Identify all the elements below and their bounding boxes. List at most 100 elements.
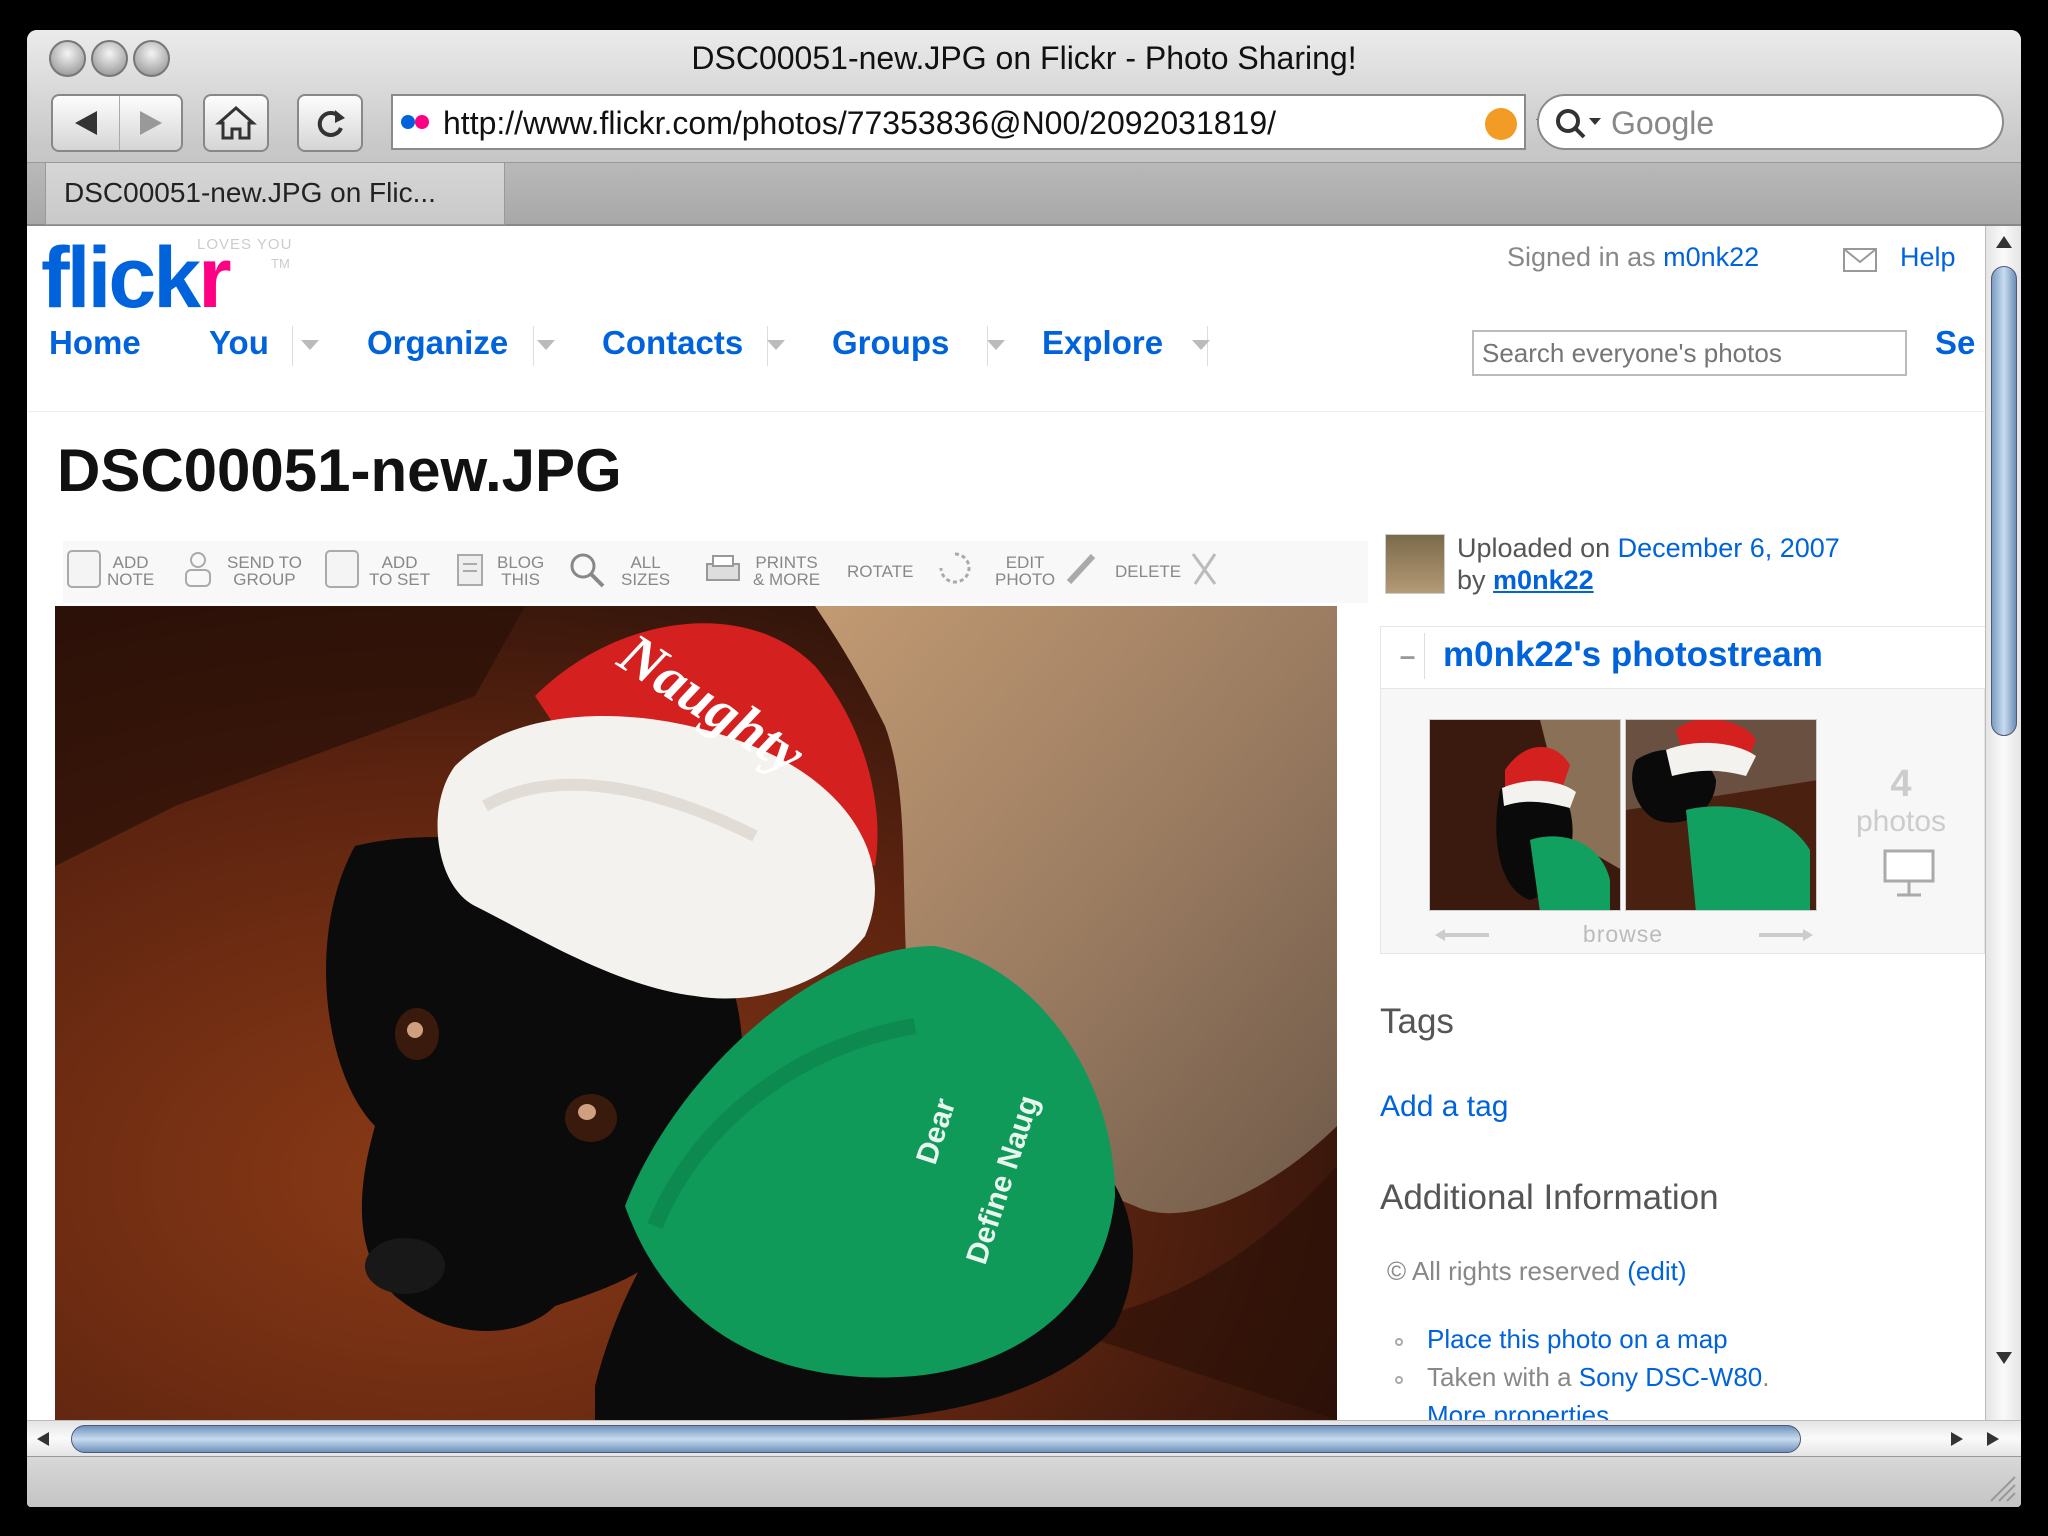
reload-button[interactable] bbox=[297, 94, 363, 152]
nav-home[interactable]: Home bbox=[49, 324, 141, 362]
address-bar[interactable]: http://www.flickr.com/photos/77353836@N0… bbox=[391, 94, 1526, 150]
nav-contacts-dropdown-icon[interactable] bbox=[767, 340, 785, 350]
site-favicon-blue-dot bbox=[401, 115, 415, 129]
nav-divider bbox=[292, 326, 293, 366]
all-sizes-magnifier-icon[interactable] bbox=[567, 550, 607, 590]
scroll-down-arrow-icon[interactable] bbox=[1994, 1350, 2014, 1366]
google-search-field[interactable]: Google bbox=[1537, 94, 2004, 150]
signed-in-status: Signed in as m0nk22 bbox=[1507, 242, 1759, 273]
horizontal-scrollbar[interactable] bbox=[27, 1420, 2021, 1456]
google-search-placeholder: Google bbox=[1611, 105, 1715, 141]
upload-date-link[interactable]: December 6, 2007 bbox=[1618, 533, 1840, 563]
vertical-scrollbar[interactable] bbox=[1985, 226, 2021, 1420]
back-forward-group bbox=[51, 94, 183, 152]
rotate-button[interactable]: ROTATE bbox=[847, 563, 913, 580]
main-photo-image: Dear Define Naug Naughty bbox=[55, 606, 1337, 1420]
photostream-box: – m0nk22's photostream 4 photos browse bbox=[1380, 626, 1985, 954]
rights-line: © All rights reserved (edit) bbox=[1387, 1256, 1687, 1287]
nav-explore[interactable]: Explore bbox=[1042, 324, 1163, 362]
logo-trademark: TM bbox=[271, 256, 290, 271]
blog-this-icon[interactable] bbox=[453, 552, 487, 588]
snapback-icon[interactable] bbox=[1485, 108, 1517, 140]
status-bar bbox=[27, 1456, 2021, 1507]
nav-organize-dropdown-icon[interactable] bbox=[537, 340, 555, 350]
scroll-right-arrow-icon[interactable] bbox=[1949, 1431, 1965, 1447]
nav-you[interactable]: You bbox=[209, 324, 269, 362]
camera-link[interactable]: Sony DSC-W80 bbox=[1579, 1362, 1763, 1392]
thumbnail-image bbox=[1626, 720, 1816, 910]
nav-groups[interactable]: Groups bbox=[832, 324, 949, 362]
photostream-thumb-2[interactable] bbox=[1625, 719, 1817, 911]
scroll-left-arrow-icon[interactable] bbox=[35, 1431, 51, 1447]
signed-in-username-link[interactable]: m0nk22 bbox=[1663, 242, 1759, 272]
slideshow-icon[interactable] bbox=[1881, 847, 1937, 899]
tab-active[interactable]: DSC00051-new.JPG on Flic... bbox=[45, 163, 505, 225]
photostream-title-link[interactable]: m0nk22's photostream bbox=[1443, 635, 1823, 675]
search-button[interactable]: Sea bbox=[1935, 324, 1975, 362]
rotate-icon[interactable] bbox=[935, 548, 975, 588]
rights-text: © All rights reserved bbox=[1387, 1256, 1621, 1286]
rights-edit-link[interactable]: (edit) bbox=[1627, 1256, 1686, 1286]
photo-search-input[interactable] bbox=[1472, 330, 1907, 376]
edit-photo-label-1: EDIT bbox=[1005, 553, 1045, 572]
add-note-button[interactable]: ADD NOTE bbox=[107, 554, 154, 588]
main-photo[interactable]: Dear Define Naug Naughty bbox=[55, 606, 1337, 1420]
nav-groups-dropdown-icon[interactable] bbox=[987, 340, 1005, 350]
scroll-right-arrow-icon[interactable] bbox=[1985, 1431, 2001, 1447]
mail-envelope-icon[interactable] bbox=[1843, 248, 1877, 272]
add-note-icon[interactable] bbox=[67, 550, 101, 588]
scroll-up-arrow-icon[interactable] bbox=[1994, 234, 2014, 250]
prints-and-more-button[interactable]: PRINTS & MORE bbox=[753, 554, 820, 588]
prints-label-2: & MORE bbox=[753, 570, 821, 589]
send-to-group-icon[interactable] bbox=[181, 550, 215, 588]
all-sizes-button[interactable]: ALL SIZES bbox=[621, 554, 670, 588]
prints-printer-icon[interactable] bbox=[703, 552, 743, 588]
photostream-thumb-1[interactable] bbox=[1429, 719, 1621, 911]
help-link[interactable]: Help bbox=[1900, 242, 1956, 273]
prints-label-1: PRINTS bbox=[755, 553, 818, 572]
home-icon bbox=[215, 105, 257, 140]
back-arrow-icon bbox=[75, 111, 97, 135]
nav-you-dropdown-icon[interactable] bbox=[301, 340, 319, 350]
blog-this-button[interactable]: BLOG THIS bbox=[497, 554, 544, 588]
add-to-set-button[interactable]: ADD TO SET bbox=[369, 554, 430, 588]
tab-strip: DSC00051-new.JPG on Flic... bbox=[27, 162, 2021, 226]
delete-button[interactable]: DELETE bbox=[1115, 563, 1181, 580]
camera-line: Taken with a Sony DSC-W80. bbox=[1427, 1362, 1770, 1392]
send-to-group-label-2: GROUP bbox=[233, 570, 296, 589]
uploaded-prefix: Uploaded on bbox=[1457, 533, 1611, 563]
blog-this-label-2: THIS bbox=[501, 570, 540, 589]
add-to-set-icon[interactable] bbox=[325, 550, 359, 588]
nav-explore-dropdown-icon[interactable] bbox=[1192, 340, 1210, 350]
vertical-scroll-thumb[interactable] bbox=[1991, 266, 2017, 736]
owner-link[interactable]: m0nk22 bbox=[1493, 565, 1594, 595]
nav-contacts[interactable]: Contacts bbox=[602, 324, 743, 362]
upload-info: Uploaded on December 6, 2007 by m0nk22 bbox=[1457, 532, 1840, 596]
place-on-map-link[interactable]: Place this photo on a map bbox=[1427, 1324, 1728, 1355]
nav-organize[interactable]: Organize bbox=[367, 324, 508, 362]
photo-count-label: photos bbox=[1855, 805, 1947, 838]
browse-right-arrow-icon[interactable] bbox=[1755, 927, 1815, 943]
horizontal-scroll-thumb[interactable] bbox=[71, 1425, 1801, 1453]
blog-this-label-1: BLOG bbox=[497, 553, 545, 572]
web-page: flickr LOVES YOU TM Signed in as m0nk22 … bbox=[27, 226, 1985, 1420]
more-properties-link[interactable]: More properties bbox=[1427, 1400, 1609, 1420]
thumbnail-image bbox=[1430, 720, 1620, 910]
list-bullet bbox=[1395, 1376, 1403, 1384]
owner-avatar[interactable] bbox=[1385, 534, 1445, 594]
forward-button[interactable] bbox=[119, 96, 181, 150]
delete-x-icon[interactable] bbox=[1187, 550, 1221, 588]
by-prefix: by bbox=[1457, 565, 1486, 595]
resize-grip-icon[interactable] bbox=[1987, 1473, 2017, 1503]
list-bullet bbox=[1395, 1338, 1403, 1346]
home-button[interactable] bbox=[203, 94, 269, 152]
window-title: DSC00051-new.JPG on Flickr - Photo Shari… bbox=[691, 40, 1357, 76]
back-button[interactable] bbox=[53, 96, 119, 150]
reload-icon bbox=[317, 110, 345, 137]
collapse-toggle[interactable]: – bbox=[1391, 633, 1425, 679]
edit-pencil-icon[interactable] bbox=[1063, 550, 1099, 588]
add-tag-link[interactable]: Add a tag bbox=[1380, 1090, 1508, 1124]
send-to-group-button[interactable]: SEND TO GROUP bbox=[227, 554, 302, 588]
site-favicon-pink-dot bbox=[415, 115, 429, 129]
edit-photo-button[interactable]: EDIT PHOTO bbox=[995, 554, 1055, 588]
